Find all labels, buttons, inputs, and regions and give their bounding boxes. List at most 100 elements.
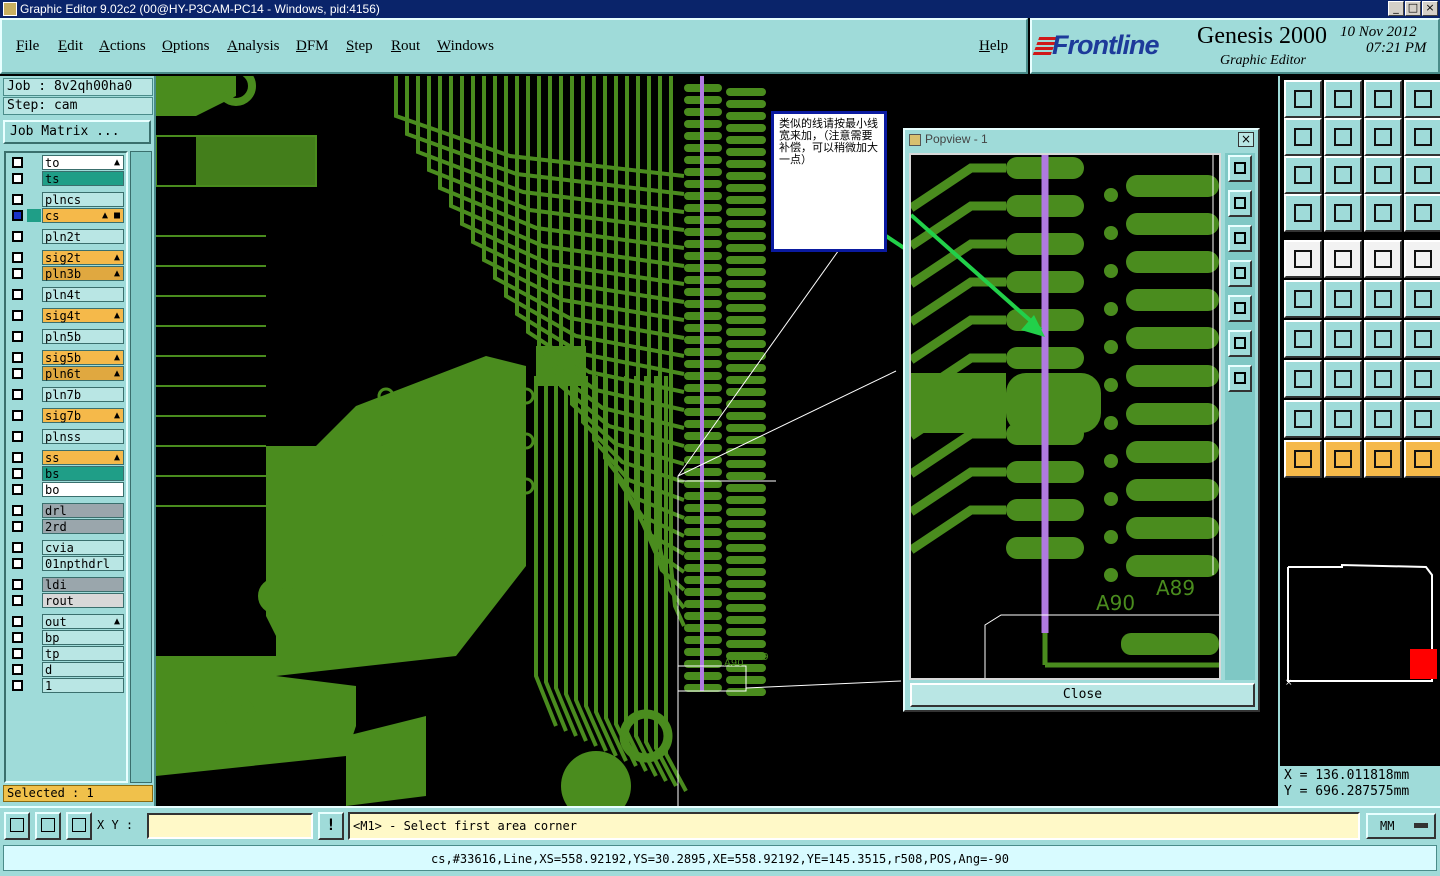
layer-row[interactable]: pln4t: [8, 287, 126, 302]
arc-icon[interactable]: [1364, 320, 1402, 358]
layer-checkbox[interactable]: [12, 173, 23, 184]
zoom-in-icon[interactable]: [1284, 118, 1322, 156]
layer-name[interactable]: 1: [42, 678, 124, 693]
window-icon[interactable]: [1404, 80, 1440, 118]
units-select[interactable]: MM: [1366, 813, 1436, 839]
fit-icon[interactable]: [1284, 156, 1322, 194]
layer-checkbox[interactable]: [12, 252, 23, 263]
layer-name[interactable]: pln5b: [42, 329, 124, 344]
select-cursor-icon[interactable]: [1364, 440, 1402, 478]
open-job-icon[interactable]: [1284, 80, 1322, 118]
popview-zoom-fit-icon[interactable]: [1228, 330, 1252, 357]
config-icon[interactable]: [1284, 194, 1322, 232]
layer-checkbox[interactable]: [12, 231, 23, 242]
layer-list-scrollbar[interactable]: [130, 151, 152, 783]
layer-name[interactable]: pln2t: [42, 229, 124, 244]
popview-canvas[interactable]: A90 A89: [909, 153, 1221, 680]
close-button[interactable]: ×: [1422, 1, 1438, 16]
layer-checkbox[interactable]: [12, 310, 23, 321]
layer-name[interactable]: sig2t ▲: [42, 250, 124, 265]
maximize-button[interactable]: □: [1405, 1, 1421, 16]
popview-zoom-icon[interactable]: [1228, 155, 1252, 182]
layer-row[interactable]: bo: [8, 482, 126, 497]
layer-row[interactable]: rout: [8, 593, 126, 608]
text-icon[interactable]: [1404, 320, 1440, 358]
layer-row[interactable]: drl: [8, 503, 126, 518]
line-icon[interactable]: [1324, 320, 1362, 358]
layer-checkbox[interactable]: [12, 157, 23, 168]
layer-checkbox[interactable]: [12, 680, 23, 691]
layer-name[interactable]: ldi: [42, 577, 124, 592]
layer-name[interactable]: rout: [42, 593, 124, 608]
layer-row[interactable]: sig7b ▲: [8, 408, 126, 423]
layer-name[interactable]: bp: [42, 630, 124, 645]
center-icon[interactable]: [1324, 156, 1362, 194]
layer-name[interactable]: bo: [42, 482, 124, 497]
layer-row[interactable]: ldi: [8, 577, 126, 592]
popview-close-icon[interactable]: ×: [1238, 132, 1254, 147]
redraw-icon[interactable]: [1404, 118, 1440, 156]
layer-checkbox[interactable]: [12, 521, 23, 532]
menu-step[interactable]: Step: [346, 38, 373, 55]
layer-name[interactable]: pln4t: [42, 287, 124, 302]
add-via-icon[interactable]: [1364, 280, 1402, 318]
popview-pan-up-icon[interactable]: [1228, 190, 1252, 217]
add-route-icon[interactable]: [1404, 280, 1440, 318]
triangle-icon[interactable]: [1284, 400, 1322, 438]
layer-row[interactable]: plncs: [8, 192, 126, 207]
layer-row[interactable]: sig2t ▲: [8, 250, 126, 265]
layer-checkbox[interactable]: [12, 389, 23, 400]
layer-name[interactable]: bs: [42, 466, 124, 481]
home-icon[interactable]: [1364, 80, 1402, 118]
ruler-icon[interactable]: [1364, 240, 1402, 278]
layer-name[interactable]: tp: [42, 646, 124, 661]
layer-checkbox[interactable]: [12, 268, 23, 279]
menu-rout[interactable]: Rout: [391, 38, 420, 55]
layer-checkbox[interactable]: [12, 410, 23, 421]
angle-icon[interactable]: [1284, 320, 1322, 358]
pan-icon[interactable]: [1364, 118, 1402, 156]
layer-row[interactable]: pln7b: [8, 387, 126, 402]
layer-name[interactable]: pln3b ▲: [42, 266, 124, 281]
layer-row[interactable]: sig4t ▲: [8, 308, 126, 323]
layer-name[interactable]: 2rd: [42, 519, 124, 534]
layer-checkbox[interactable]: [12, 648, 23, 659]
menu-edit[interactable]: Edit: [58, 38, 83, 55]
layer-checkbox[interactable]: [12, 484, 23, 495]
snap-icon[interactable]: [4, 812, 30, 840]
layer-row[interactable]: tp: [8, 646, 126, 661]
layer-row[interactable]: to ▲: [8, 155, 126, 170]
cross-icon[interactable]: [1324, 280, 1362, 318]
triangle3-icon[interactable]: [1364, 400, 1402, 438]
layer-checkbox[interactable]: [12, 505, 23, 516]
select-icon[interactable]: [1284, 440, 1322, 478]
cut-icon[interactable]: [1324, 360, 1362, 398]
measure-icon[interactable]: [1364, 360, 1402, 398]
popview-pan-down-icon[interactable]: [1228, 225, 1252, 252]
add-pad-icon[interactable]: [1284, 240, 1322, 278]
layer-checkbox[interactable]: [12, 289, 23, 300]
layer-row[interactable]: pln2t: [8, 229, 126, 244]
snap-icon[interactable]: [1404, 240, 1440, 278]
layer-row[interactable]: bs: [8, 466, 126, 481]
layer-checkbox[interactable]: [12, 579, 23, 590]
triangle4-icon[interactable]: [1404, 400, 1440, 438]
help-icon[interactable]: [1404, 156, 1440, 194]
minimize-button[interactable]: _: [1388, 1, 1404, 16]
layer-name[interactable]: 01npthdrl: [42, 556, 124, 571]
layer-row[interactable]: 2rd: [8, 519, 126, 534]
layer-checkbox[interactable]: [12, 452, 23, 463]
menu-analysis[interactable]: Analysis: [227, 38, 280, 55]
layer-checkbox[interactable]: [12, 542, 23, 553]
layer-checkbox[interactable]: [12, 664, 23, 675]
layer-checkbox[interactable]: [12, 632, 23, 643]
grid-icon[interactable]: [1324, 194, 1362, 232]
layer-row[interactable]: plnss: [8, 429, 126, 444]
triangle2-icon[interactable]: [1324, 400, 1362, 438]
save-icon[interactable]: [1324, 80, 1362, 118]
layer-icon[interactable]: [1364, 194, 1402, 232]
layer-name[interactable]: sig4t ▲: [42, 308, 124, 323]
layer-row[interactable]: 1: [8, 678, 126, 693]
overview-map[interactable]: ×: [1284, 563, 1437, 688]
layer-name[interactable]: ss ▲: [42, 450, 124, 465]
